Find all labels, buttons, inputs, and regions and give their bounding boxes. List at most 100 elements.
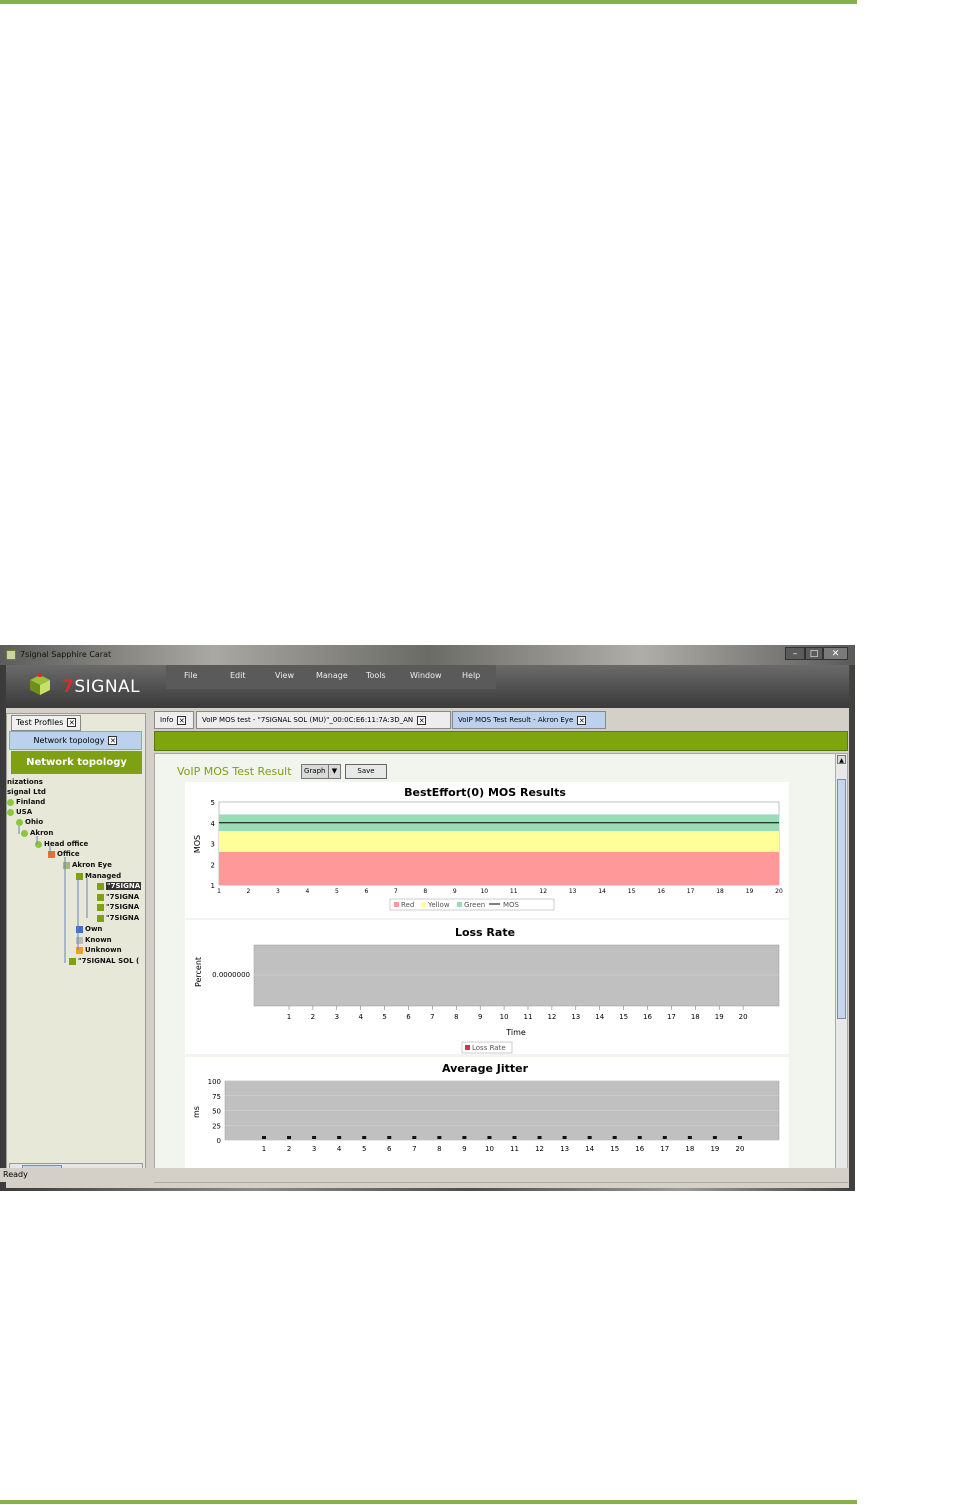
menu-view[interactable]: View <box>275 671 294 680</box>
close-icon[interactable]: ✕ <box>577 715 587 725</box>
result-scroll-area: VoIP MOS Test Result Graph ▼ Save BestEff… <box>155 754 835 1182</box>
content-vertical-scrollbar[interactable]: ▲ ▼ <box>835 754 847 1182</box>
menu-bar: File Edit View Manage Tools Window Help <box>166 665 496 689</box>
menu-tools[interactable]: Tools <box>366 671 386 680</box>
x-tick-label: 9 <box>453 888 457 895</box>
close-icon[interactable]: ✕ <box>177 715 187 725</box>
mos-chart: BestEffort(0) MOS Results MOS 12345 1234… <box>185 782 789 918</box>
legend-swatch-red <box>394 902 399 907</box>
data-point <box>362 1136 367 1139</box>
x-tick-label: 15 <box>619 1013 628 1021</box>
x-tick-label: 2 <box>247 888 251 895</box>
y-tick-label: 3 <box>211 841 215 849</box>
band-yellow <box>219 831 779 852</box>
data-point <box>387 1136 392 1139</box>
x-tick-label: 4 <box>358 1013 363 1021</box>
x-tick-label: 3 <box>335 1013 339 1021</box>
x-tick-label: 10 <box>500 1013 509 1021</box>
average-jitter-chart: Average Jitter ms 0255075100 1 2 3 4 5 6 7 8 9 10… <box>185 1057 789 1182</box>
left-panel: Test Profiles ✕ Network topology ✕ Network… <box>6 713 146 1179</box>
x-tick-label: 6 <box>406 1013 411 1021</box>
y-tick-label: 1 <box>211 882 215 890</box>
y-tick-label: 0 <box>217 1137 221 1145</box>
chart-legend: Red Yellow Green MOS <box>389 898 555 911</box>
app-icon <box>6 650 16 660</box>
tree-connectors <box>18 826 88 963</box>
tab-info[interactable]: Info ✕ <box>154 711 194 729</box>
data-point <box>637 1136 642 1139</box>
close-icon[interactable]: ✕ <box>823 647 848 660</box>
x-tick-label: 19 <box>715 1013 724 1021</box>
plot-area <box>253 944 780 1007</box>
scroll-thumb[interactable] <box>837 779 846 1019</box>
legend-yellow: Yellow <box>427 901 450 909</box>
x-tick-label: 17 <box>660 1145 669 1153</box>
x-tick-label: 10 <box>480 888 488 895</box>
app-screenshot: 7signal Sapphire Carat – □ ✕ 7SIGNAL Fil… <box>0 645 855 1191</box>
logo-icon <box>30 673 50 695</box>
x-tick-label: 5 <box>335 888 339 895</box>
y-axis-label: ms <box>192 1106 201 1118</box>
x-tick-label: 12 <box>539 888 547 895</box>
legend-red: Red <box>401 901 414 909</box>
menu-manage[interactable]: Manage <box>316 671 348 680</box>
maximize-icon[interactable]: □ <box>805 647 823 660</box>
data-point <box>587 1136 592 1139</box>
data-point <box>287 1136 292 1139</box>
legend-swatch-green <box>457 902 462 907</box>
x-tick-label: 11 <box>510 888 518 895</box>
x-tick-label: 19 <box>710 1145 719 1153</box>
menu-window[interactable]: Window <box>410 671 442 680</box>
close-icon[interactable]: ✕ <box>67 718 77 727</box>
x-tick-label: 13 <box>569 888 577 895</box>
legend-mos: MOS <box>503 901 520 909</box>
data-point <box>487 1136 492 1139</box>
x-tick-label: 12 <box>535 1145 544 1153</box>
x-tick-label: 2 <box>311 1013 315 1021</box>
data-point <box>737 1136 742 1139</box>
x-tick-label: 11 <box>524 1013 533 1021</box>
tab-network-topology[interactable]: Network topology ✕ <box>9 731 142 750</box>
x-tick-label: 11 <box>510 1145 519 1153</box>
close-icon[interactable]: ✕ <box>108 736 118 745</box>
chart-title: Average Jitter <box>442 1062 529 1075</box>
x-tick-label: 1 <box>217 888 221 895</box>
tab-voip-mos-test[interactable]: VoIP MOS test - "7SIGNAL SOL (MU)"_00:0C… <box>196 711 451 729</box>
window-title: 7signal Sapphire Carat <box>20 650 112 659</box>
x-tick-label: 4 <box>306 888 310 895</box>
data-point <box>337 1136 342 1139</box>
x-tick-label: 1 <box>287 1013 291 1021</box>
tab-test-profiles[interactable]: Test Profiles ✕ <box>11 715 82 731</box>
x-tick-label: 9 <box>462 1145 466 1153</box>
y-axis-label: MOS <box>193 835 202 853</box>
x-tick-label: 8 <box>454 1013 458 1021</box>
x-tick-label: 15 <box>628 888 636 895</box>
y-tick-label: 50 <box>212 1108 221 1116</box>
bottom-rule <box>0 1500 857 1504</box>
x-tick-label: 13 <box>571 1013 580 1021</box>
tab-voip-mos-result[interactable]: VoIP MOS Test Result - Akron Eye ✕ <box>452 711 606 729</box>
x-tick-label: 12 <box>547 1013 556 1021</box>
legend-loss-rate: Loss Rate <box>472 1044 506 1052</box>
menu-edit[interactable]: Edit <box>230 671 246 680</box>
chart-title: BestEffort(0) MOS Results <box>404 786 566 799</box>
x-tick-label: 4 <box>337 1145 342 1153</box>
x-tick-label: 20 <box>735 1145 744 1153</box>
tab-header-bar <box>154 731 848 751</box>
x-tick-label: 8 <box>423 888 427 895</box>
data-point <box>312 1136 317 1139</box>
data-point <box>462 1136 467 1139</box>
x-tick-label: 5 <box>362 1145 366 1153</box>
chart-title: Loss Rate <box>455 926 515 939</box>
menu-file[interactable]: File <box>184 671 197 680</box>
y-axis-label: Percent <box>194 957 203 987</box>
scroll-up-icon[interactable]: ▲ <box>837 755 846 764</box>
x-tick-label: 6 <box>387 1145 392 1153</box>
menu-help[interactable]: Help <box>462 671 480 680</box>
close-icon[interactable]: ✕ <box>417 715 427 725</box>
minimize-icon[interactable]: – <box>785 647 805 660</box>
network-topology-button[interactable]: Network topology <box>11 751 142 774</box>
topology-tree: nizations signal Ltd Finland USA Ohio Ak… <box>7 778 145 1158</box>
x-tick-label: 7 <box>430 1013 434 1021</box>
x-tick-label: 3 <box>312 1145 316 1153</box>
